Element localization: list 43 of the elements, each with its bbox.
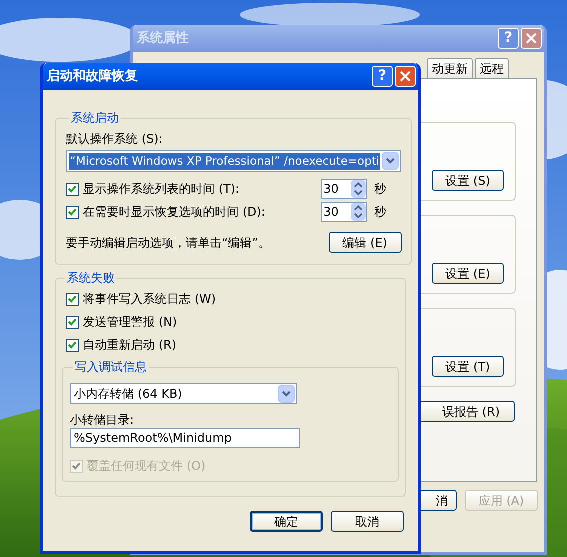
window-title: 启动和故障恢复 <box>47 68 138 86</box>
checkbox-label: 在需要时显示恢复选项的时间 (D): <box>83 204 266 221</box>
checkbox[interactable] <box>66 206 79 218</box>
field-label: 默认操作系统 (S): <box>66 131 164 148</box>
group-title: 系统失败 <box>66 270 116 287</box>
dropdown-value: 小内存转储 (64 KB) <box>74 386 184 402</box>
spin-arrows-icon[interactable] <box>350 203 366 221</box>
spin-value: 30 <box>322 181 340 198</box>
settings-button[interactable]: 设置 (T) <box>432 356 504 377</box>
tab[interactable]: 动更新 <box>427 58 473 78</box>
unit-label: 秒 <box>374 204 388 221</box>
hint-text: 要手动编辑启动选项，请单击“编辑”。 <box>66 234 270 252</box>
checkbox-label: 显示操作系统列表的时间 (T): <box>83 181 240 198</box>
checkbox-label: 将事件写入系统日志 (W) <box>83 291 216 308</box>
checkbox-label: 覆盖任何现有文件 (O) <box>87 458 206 475</box>
checkbox-label: 发送管理警报 (N) <box>83 314 178 331</box>
settings-button[interactable]: 设置 (S) <box>432 170 504 191</box>
checkbox[interactable] <box>66 182 79 196</box>
edit-button[interactable]: 编辑 (E) <box>328 232 402 253</box>
unit-label: 秒 <box>374 181 388 198</box>
tab[interactable]: 远程 <box>475 58 509 78</box>
checkbox[interactable] <box>66 316 79 328</box>
checkbox[interactable] <box>66 338 79 352</box>
spin-value: 30 <box>322 204 340 221</box>
group-title: 系统启动 <box>70 110 120 127</box>
dump-folder-field[interactable]: %SystemRoot%\Minidump <box>70 428 300 448</box>
dump-type-dropdown[interactable]: 小内存转储 (64 KB) <box>70 383 297 404</box>
dialog-button[interactable]: 确定 <box>250 511 323 532</box>
spin-box[interactable]: 30 <box>320 179 367 199</box>
settings-button[interactable]: 设置 (E) <box>432 263 504 284</box>
window-title: 系统属性 <box>137 30 189 48</box>
spin-box[interactable]: 30 <box>320 202 367 222</box>
field-label: 小转储目录: <box>70 412 136 428</box>
spin-arrows-icon[interactable] <box>350 180 366 198</box>
dropdown-value: “Microsoft Windows XP Professional” /noexecute=opti <box>69 152 380 170</box>
checkbox-label: 自动重新启动 (R) <box>83 337 177 354</box>
close-icon[interactable] <box>521 28 542 49</box>
os-dropdown[interactable]: “Microsoft Windows XP Professional” /noexecute=opti <box>66 150 401 172</box>
dialog-button[interactable]: 取消 <box>331 511 404 532</box>
help-icon[interactable]: ? <box>372 66 393 87</box>
checkbox[interactable] <box>66 292 79 306</box>
close-icon[interactable] <box>395 66 416 87</box>
group-title: 写入调试信息 <box>74 359 148 376</box>
